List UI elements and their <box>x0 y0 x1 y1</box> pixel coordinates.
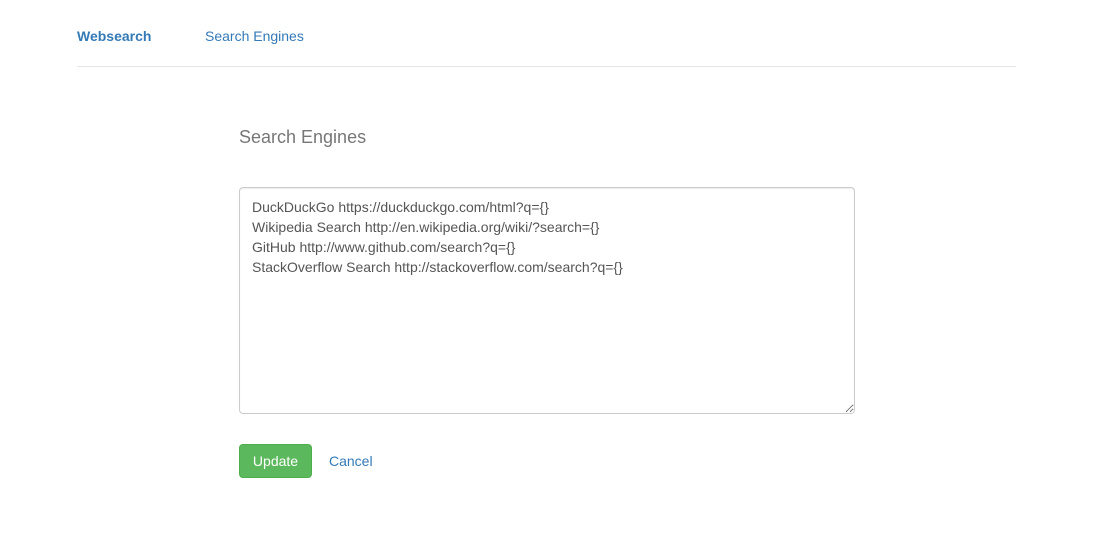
cancel-link[interactable]: Cancel <box>329 453 373 469</box>
page-title: Search Engines <box>239 127 367 147</box>
brand-link[interactable]: Websearch <box>77 28 151 44</box>
update-button[interactable]: Update <box>239 444 312 478</box>
nav-link-search-engines[interactable]: Search Engines <box>205 28 304 44</box>
navbar: Websearch Search Engines <box>77 0 1016 67</box>
search-engines-textarea[interactable]: DuckDuckGo https://duckduckgo.com/html?q… <box>239 187 855 414</box>
